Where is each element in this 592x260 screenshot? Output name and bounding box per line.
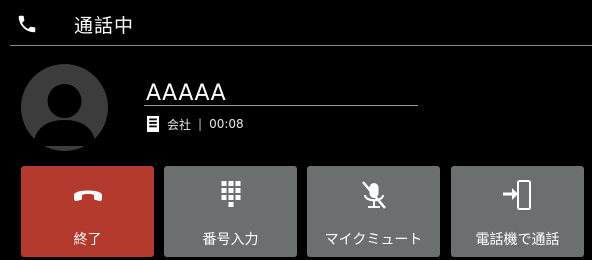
status-header: 通話中 — [0, 0, 592, 45]
call-meta: 会社 | 00:08 — [146, 115, 244, 133]
caller-category: 会社 — [167, 117, 192, 132]
transfer-to-phone-button[interactable]: 電話機で通話 — [451, 166, 584, 257]
transfer-to-phone-label: 電話機で通話 — [475, 232, 560, 248]
meta-separator: | — [198, 117, 203, 131]
caller-name: AAAAA — [146, 81, 227, 106]
keypad-icon — [221, 181, 240, 207]
header-divider — [10, 45, 592, 46]
mic-mute-icon — [361, 181, 386, 209]
end-call-label: 終了 — [73, 232, 102, 248]
person-icon — [33, 84, 96, 146]
building-icon — [147, 116, 159, 132]
keypad-button[interactable]: 番号入力 — [164, 166, 297, 257]
mic-mute-label: マイクミュート — [324, 232, 423, 248]
call-duration: 00:08 — [209, 117, 244, 131]
end-call-button[interactable]: 終了 — [21, 166, 154, 257]
keypad-label: 番号入力 — [202, 232, 259, 248]
caller-divider — [144, 105, 418, 106]
avatar — [21, 64, 108, 151]
phone-icon — [18, 15, 36, 33]
page-title: 通話中 — [74, 15, 135, 37]
hang-up-icon — [73, 190, 102, 201]
mic-mute-button[interactable]: マイクミュート — [307, 166, 440, 257]
transfer-to-phone-icon — [502, 180, 531, 210]
